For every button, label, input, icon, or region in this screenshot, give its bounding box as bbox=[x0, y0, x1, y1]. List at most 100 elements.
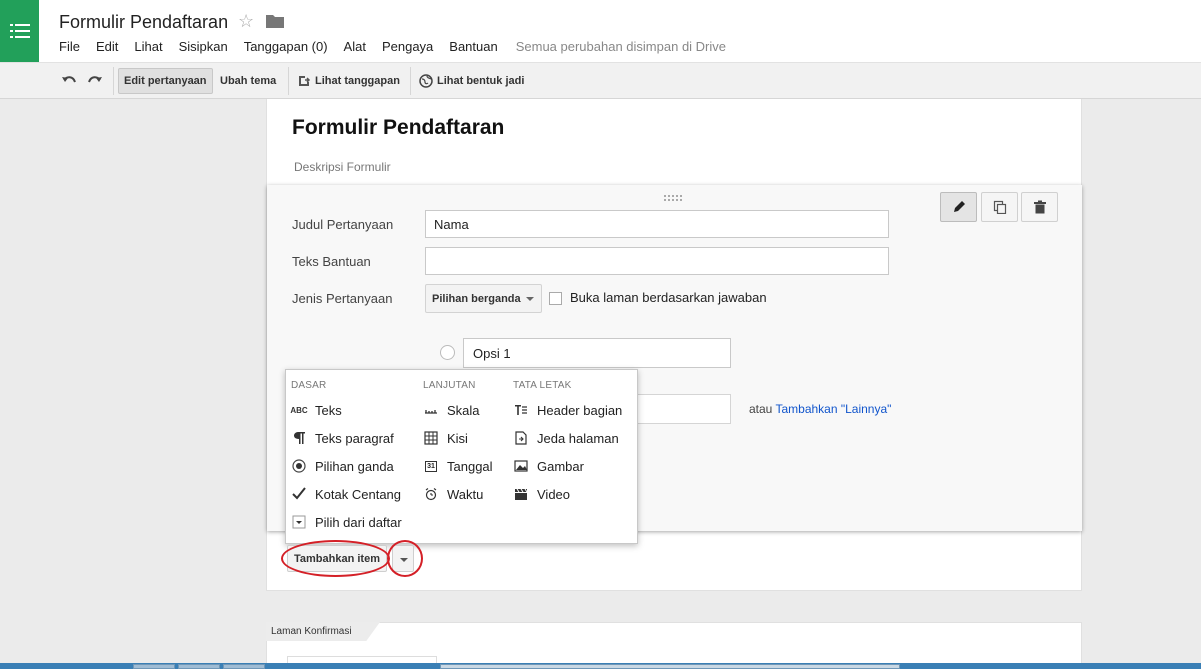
question-type-label: Jenis Pertanyaan bbox=[292, 291, 393, 306]
toolbar: Edit pertanyaan Ubah tema Lihat tanggapa… bbox=[0, 62, 1201, 99]
menu-item-label: Kotak Centang bbox=[315, 486, 402, 502]
section-header-icon bbox=[513, 402, 529, 418]
chevron-down-icon bbox=[526, 297, 534, 301]
menu-item-text[interactable]: ABC Teks bbox=[290, 399, 342, 421]
taskbar-item[interactable] bbox=[178, 664, 220, 669]
view-responses-button[interactable]: Lihat tanggapan bbox=[292, 68, 405, 94]
add-other-row: atau Tambahkan "Lainnya" bbox=[749, 402, 891, 416]
radio-icon bbox=[440, 345, 455, 360]
menu-item-label: Pilihan ganda bbox=[315, 458, 394, 474]
menu-responses[interactable]: Tanggapan (0) bbox=[244, 39, 328, 54]
or-text: atau bbox=[749, 402, 773, 416]
annotation-circle bbox=[387, 540, 423, 577]
page-navigation-checkbox[interactable] bbox=[549, 292, 562, 305]
question-title-input[interactable] bbox=[425, 210, 889, 238]
menu-tools[interactable]: Alat bbox=[344, 39, 366, 54]
option-1-input[interactable] bbox=[463, 338, 731, 368]
confirmation-tab: Laman Konfirmasi bbox=[266, 622, 380, 641]
menu-item-checkboxes[interactable]: Kotak Centang bbox=[291, 483, 401, 505]
add-other-link[interactable]: Tambahkan "Lainnya" bbox=[775, 402, 891, 416]
star-icon[interactable]: ☆ bbox=[238, 11, 254, 32]
menu-item-scale[interactable]: Skala bbox=[423, 399, 480, 421]
text-icon: ABC bbox=[290, 405, 308, 415]
help-text-input[interactable] bbox=[425, 247, 889, 275]
question-type-select[interactable]: Pilihan berganda bbox=[425, 284, 542, 313]
document-title[interactable]: Formulir Pendaftaran bbox=[59, 12, 228, 33]
forms-logo-icon[interactable] bbox=[0, 0, 39, 62]
save-status: Semua perubahan disimpan di Drive bbox=[515, 39, 727, 54]
dropdown-icon bbox=[291, 514, 307, 530]
paragraph-icon bbox=[291, 430, 307, 446]
menu-file[interactable]: File bbox=[59, 39, 80, 54]
menu-item-label: Jeda halaman bbox=[537, 430, 619, 446]
undo-icon[interactable] bbox=[60, 72, 78, 90]
option-2-input[interactable] bbox=[630, 394, 731, 424]
image-icon bbox=[513, 458, 529, 474]
view-live-form-label: Lihat bentuk jadi bbox=[437, 75, 525, 87]
menu-item-section-header[interactable]: Header bagian bbox=[513, 399, 622, 421]
clock-icon bbox=[423, 486, 439, 502]
menu-item-paragraph[interactable]: Teks paragraf bbox=[291, 427, 394, 449]
toolbar-divider bbox=[288, 67, 289, 95]
menu-item-multiple-choice[interactable]: Pilihan ganda bbox=[291, 455, 394, 477]
menu-item-image[interactable]: Gambar bbox=[513, 455, 584, 477]
form-title[interactable]: Formulir Pendaftaran bbox=[292, 116, 504, 140]
menu-view[interactable]: Lihat bbox=[134, 39, 162, 54]
menu-item-time[interactable]: Waktu bbox=[423, 483, 483, 505]
menu-insert[interactable]: Sisipkan bbox=[179, 39, 228, 54]
globe-icon bbox=[419, 74, 433, 88]
redo-icon[interactable] bbox=[86, 72, 104, 90]
view-live-form-button[interactable]: Lihat bentuk jadi bbox=[414, 68, 529, 94]
menu-item-grid[interactable]: Kisi bbox=[423, 427, 468, 449]
menu-item-date[interactable]: 31 Tanggal bbox=[423, 455, 493, 477]
menu-edit[interactable]: Edit bbox=[96, 39, 118, 54]
trash-icon bbox=[1033, 200, 1046, 214]
taskbar-item[interactable] bbox=[133, 664, 175, 669]
checkmark-icon bbox=[291, 486, 307, 502]
toolbar-divider bbox=[410, 67, 411, 95]
menu-section-layout: TATA LETAK bbox=[513, 380, 572, 391]
change-theme-button[interactable]: Ubah tema bbox=[215, 68, 281, 94]
radio-selected-icon bbox=[291, 458, 307, 474]
clapperboard-icon bbox=[513, 486, 529, 502]
menu-help[interactable]: Bantuan bbox=[449, 39, 497, 54]
menu-item-label: Waktu bbox=[447, 486, 484, 502]
question-type-value: Pilihan berganda bbox=[432, 293, 521, 305]
question-title-label: Judul Pertanyaan bbox=[292, 217, 394, 232]
form-description[interactable]: Deskripsi Formulir bbox=[294, 160, 391, 174]
help-text-label: Teks Bantuan bbox=[292, 254, 371, 269]
menu-item-label: Tanggal bbox=[447, 458, 493, 474]
menu-item-label: Video bbox=[537, 486, 571, 502]
grid-icon bbox=[423, 430, 439, 446]
toolbar-divider bbox=[113, 67, 114, 95]
taskbar-item[interactable] bbox=[440, 664, 900, 669]
duplicate-question-button[interactable] bbox=[981, 192, 1018, 222]
page-navigation-label[interactable]: Buka laman berdasarkan jawaban bbox=[570, 290, 767, 305]
drag-handle-icon[interactable] bbox=[664, 195, 684, 201]
taskbar-item[interactable] bbox=[223, 664, 265, 669]
menu-addons[interactable]: Pengaya bbox=[382, 39, 433, 54]
menu-item-label: Teks paragraf bbox=[315, 430, 394, 446]
menu-item-label: Skala bbox=[447, 402, 480, 418]
folder-icon[interactable] bbox=[266, 14, 284, 28]
duplicate-icon bbox=[993, 200, 1006, 214]
menu-item-label: Kisi bbox=[447, 430, 468, 446]
menu-item-page-break[interactable]: Jeda halaman bbox=[513, 427, 619, 449]
pencil-icon bbox=[953, 201, 965, 212]
export-icon bbox=[299, 76, 311, 86]
edit-questions-button[interactable]: Edit pertanyaan bbox=[118, 68, 213, 94]
delete-question-button[interactable] bbox=[1021, 192, 1058, 222]
menu-item-dropdown[interactable]: Pilih dari daftar bbox=[291, 511, 402, 533]
annotation-circle bbox=[281, 540, 390, 577]
menu-item-video[interactable]: Video bbox=[513, 483, 570, 505]
menu-section-advanced: LANJUTAN bbox=[423, 380, 476, 391]
menu-item-label: Teks bbox=[315, 402, 342, 418]
menu-item-label: Header bagian bbox=[537, 402, 623, 418]
app-header: Formulir Pendaftaran ☆ File Edit Lihat S… bbox=[0, 0, 1201, 62]
calendar-icon: 31 bbox=[425, 460, 437, 472]
menu-item-label: Pilih dari daftar bbox=[315, 514, 402, 530]
page-break-icon bbox=[513, 430, 529, 446]
edit-question-button[interactable] bbox=[940, 192, 977, 222]
menu-item-label: Gambar bbox=[537, 458, 584, 474]
view-responses-label: Lihat tanggapan bbox=[315, 75, 400, 87]
